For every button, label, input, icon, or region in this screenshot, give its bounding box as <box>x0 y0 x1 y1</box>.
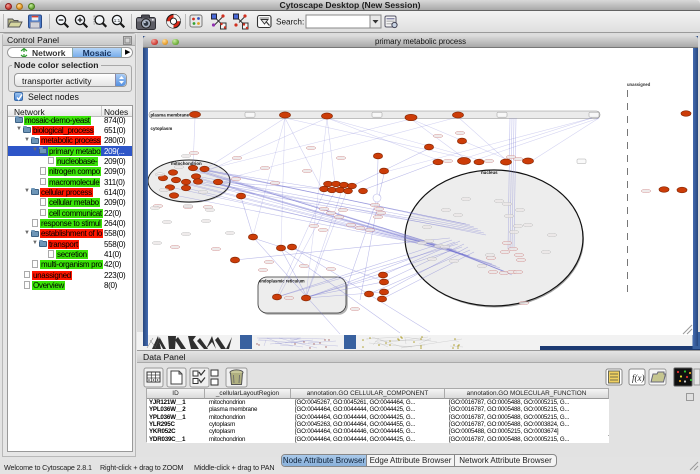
svg-text:cytoplasm: cytoplasm <box>151 126 173 131</box>
svg-text:unassigned: unassigned <box>627 82 651 87</box>
svg-text:1:1: 1:1 <box>114 18 121 23</box>
svg-text:f(x): f(x) <box>632 373 645 383</box>
svg-text:nucleus: nucleus <box>481 170 498 175</box>
svg-text:endoplasmic reticulum: endoplasmic reticulum <box>259 279 305 284</box>
svg-text:plasma membrane: plasma membrane <box>151 113 190 118</box>
svg-text:Search:: Search: <box>276 18 304 27</box>
svg-text:mitochondrion: mitochondrion <box>171 161 202 166</box>
